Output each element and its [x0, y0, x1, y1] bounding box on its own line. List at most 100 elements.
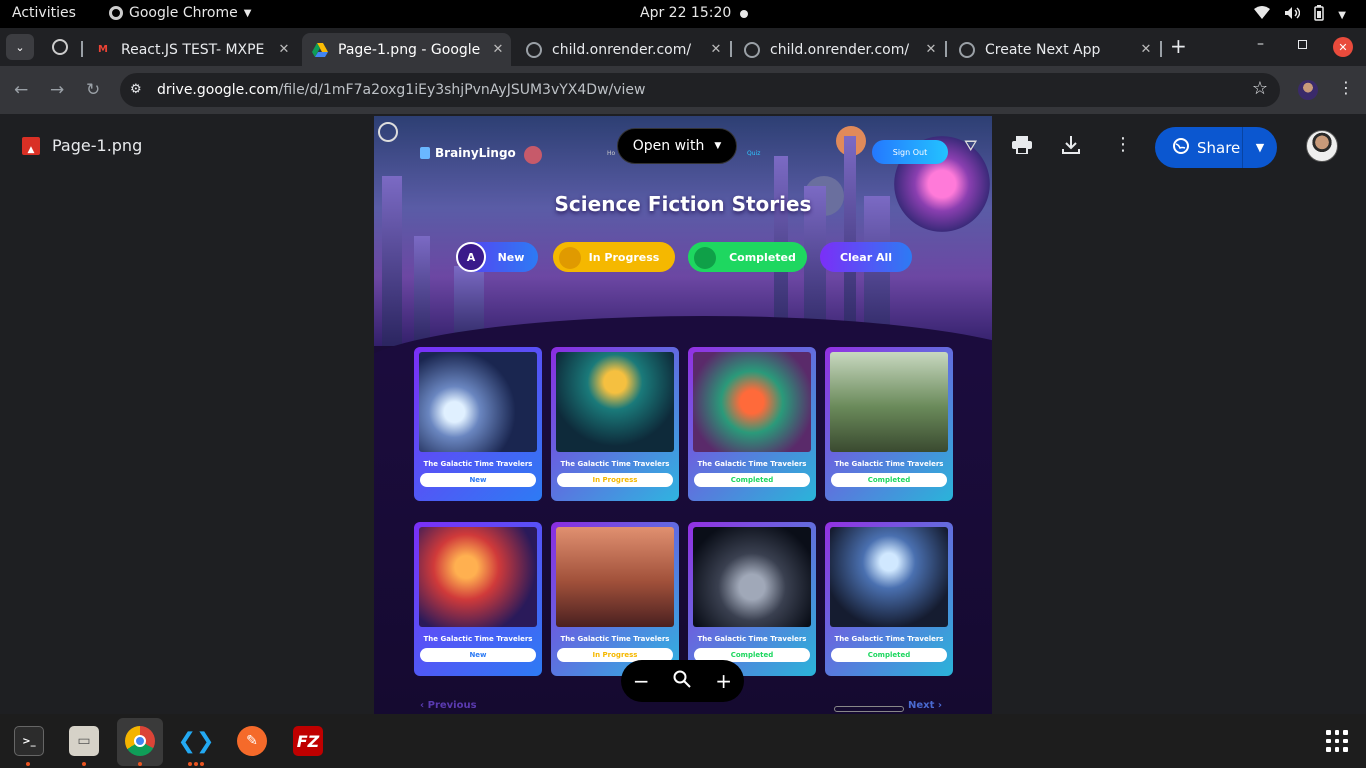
forward-button[interactable]: → — [50, 80, 64, 100]
story-status: New — [420, 648, 536, 662]
filter-in-progress: In Progress — [553, 242, 675, 272]
tab-label: child.onrender.com/ — [770, 41, 910, 58]
story-card: The Galactic Time Travelers New — [414, 522, 542, 676]
close-window-button[interactable]: ✕ — [1333, 37, 1353, 57]
drive-icon — [312, 42, 328, 58]
chrome-menu-icon[interactable]: ⋮ — [1338, 78, 1354, 97]
terminal-icon[interactable]: >_ — [14, 726, 44, 756]
chrome-icon[interactable] — [125, 726, 155, 756]
preview-image: BrainyLingo Ho Quiz Sign Out ⛛ Science F… — [374, 116, 992, 714]
clock[interactable]: Apr 22 15:20 — [640, 5, 731, 21]
story-title: The Galactic Time Travelers — [834, 635, 944, 643]
battery-icon — [1314, 5, 1325, 25]
close-icon[interactable]: ✕ — [485, 42, 511, 57]
pagination-track — [834, 706, 904, 712]
share-main[interactable]: Share — [1155, 127, 1243, 168]
profile-avatar[interactable] — [1298, 80, 1318, 100]
settings-ring-icon — [378, 122, 398, 142]
story-image — [556, 352, 674, 452]
filter-label: In Progress — [588, 250, 660, 264]
add-to-drive-icon[interactable]: ⛛ — [964, 136, 977, 156]
share-dropdown-icon[interactable]: ▼ — [1243, 141, 1277, 154]
download-icon[interactable] — [1062, 136, 1080, 159]
close-icon[interactable]: ✕ — [271, 42, 297, 57]
in-progress-icon — [559, 247, 581, 269]
postman-icon[interactable]: ✎ — [237, 726, 267, 756]
notification-dot — [740, 10, 748, 18]
tab-search-button[interactable]: ⌄ — [6, 34, 34, 60]
address-toolbar: ← → ↻ ⚙ drive.google.com /file/d/1mF7a2o… — [0, 66, 1366, 114]
filter-new: A New — [456, 242, 538, 272]
minimize-button[interactable]: – — [1257, 36, 1264, 52]
file-name: Page-1.png — [52, 136, 143, 155]
globe-icon — [744, 41, 760, 58]
globe-icon — [959, 41, 975, 58]
more-actions-icon[interactable]: ⋮ — [1114, 134, 1132, 155]
reload-button[interactable]: ↻ — [86, 80, 100, 100]
story-card: The Galactic Time Travelers In Progress — [551, 522, 679, 676]
story-image — [419, 527, 537, 627]
site-info-icon[interactable]: ⚙ — [130, 82, 142, 97]
print-icon[interactable] — [1012, 136, 1032, 159]
filezilla-icon[interactable]: FZ — [293, 726, 323, 756]
story-title: The Galactic Time Travelers — [834, 460, 944, 468]
chevron-down-icon: ▼ — [1338, 9, 1346, 21]
zoom-in-button[interactable]: + — [715, 669, 732, 693]
url-domain: drive.google.com — [157, 82, 279, 98]
bookmark-star-icon[interactable]: ☆ — [1252, 78, 1268, 99]
tab-child-onrender-1[interactable]: child.onrender.com/ ✕ — [516, 33, 729, 66]
brainylingo-logo-icon — [420, 147, 430, 159]
pagination-previous: ‹ Previous — [420, 700, 477, 711]
gmail-icon: M — [98, 44, 108, 55]
back-button[interactable]: ← — [14, 80, 28, 100]
open-with-label: Open with — [632, 138, 705, 154]
share-button[interactable]: Share ▼ — [1155, 127, 1277, 168]
volume-icon — [1284, 6, 1301, 24]
maximize-button[interactable] — [1298, 40, 1307, 49]
running-indicator — [200, 762, 204, 766]
chatgpt-pinned-tab[interactable] — [52, 39, 68, 55]
vscode-icon[interactable]: ❮❯ — [178, 726, 215, 756]
next-label: Next — [908, 700, 935, 711]
omnibox[interactable]: ⚙ drive.google.com /file/d/1mF7a2oxg1iEy… — [120, 73, 1280, 107]
chevron-down-icon: ▼ — [243, 7, 252, 19]
drive-preview-viewer: ▲ Page-1.png BrainyLingo Ho Quiz Sign Ou… — [0, 114, 1366, 714]
close-icon[interactable]: ✕ — [703, 42, 729, 57]
tab-react-test[interactable]: M React.JS TEST- MXPE ✕ — [85, 33, 297, 66]
stories-heading: Science Fiction Stories — [554, 192, 812, 216]
zoom-icon[interactable] — [673, 669, 692, 693]
signout-button-image: Sign Out — [872, 140, 948, 164]
new-tab-button[interactable]: + — [1170, 34, 1187, 58]
story-image — [556, 527, 674, 627]
close-icon[interactable]: ✕ — [918, 42, 944, 57]
previous-label: Previous — [427, 700, 477, 711]
browser-tab-strip: ⌄ M React.JS TEST- MXPE ✕ Page-1.png - G… — [0, 28, 1366, 66]
show-apps-icon[interactable] — [1326, 730, 1348, 752]
story-title: The Galactic Time Travelers — [560, 635, 670, 643]
nav-link-home: Ho — [607, 150, 616, 157]
app-menu[interactable]: Google Chrome ▼ — [109, 5, 251, 21]
tab-child-onrender-2[interactable]: child.onrender.com/ ✕ — [734, 33, 944, 66]
files-icon[interactable]: ▭ — [69, 726, 99, 756]
story-status: New — [420, 473, 536, 487]
zoom-out-button[interactable]: − — [633, 669, 650, 693]
story-image — [830, 352, 948, 452]
file-title: ▲ Page-1.png — [22, 136, 142, 155]
tab-create-next-app[interactable]: Create Next App ✕ — [949, 33, 1159, 66]
tab-label: Page-1.png - Google — [338, 41, 481, 58]
close-icon[interactable]: ✕ — [1133, 42, 1159, 57]
tab-page-1-png[interactable]: Page-1.png - Google ✕ — [302, 33, 511, 66]
system-top-bar: Activities Google Chrome ▼ Apr 22 15:20 … — [0, 0, 1366, 28]
caret-down-icon: ▼ — [714, 141, 722, 151]
story-image — [419, 352, 537, 452]
app-name: Google Chrome — [129, 5, 238, 21]
story-card: The Galactic Time Travelers Completed — [825, 347, 953, 501]
completed-icon — [694, 247, 716, 269]
account-avatar[interactable] — [1306, 130, 1338, 162]
system-tray[interactable]: ▼ — [1254, 5, 1346, 25]
tab-separator — [81, 41, 83, 57]
activities-button[interactable]: Activities — [12, 5, 76, 21]
running-indicator — [138, 762, 142, 766]
open-with-button[interactable]: Open with ▼ — [617, 128, 737, 164]
filter-clear-all: Clear All — [820, 242, 912, 272]
